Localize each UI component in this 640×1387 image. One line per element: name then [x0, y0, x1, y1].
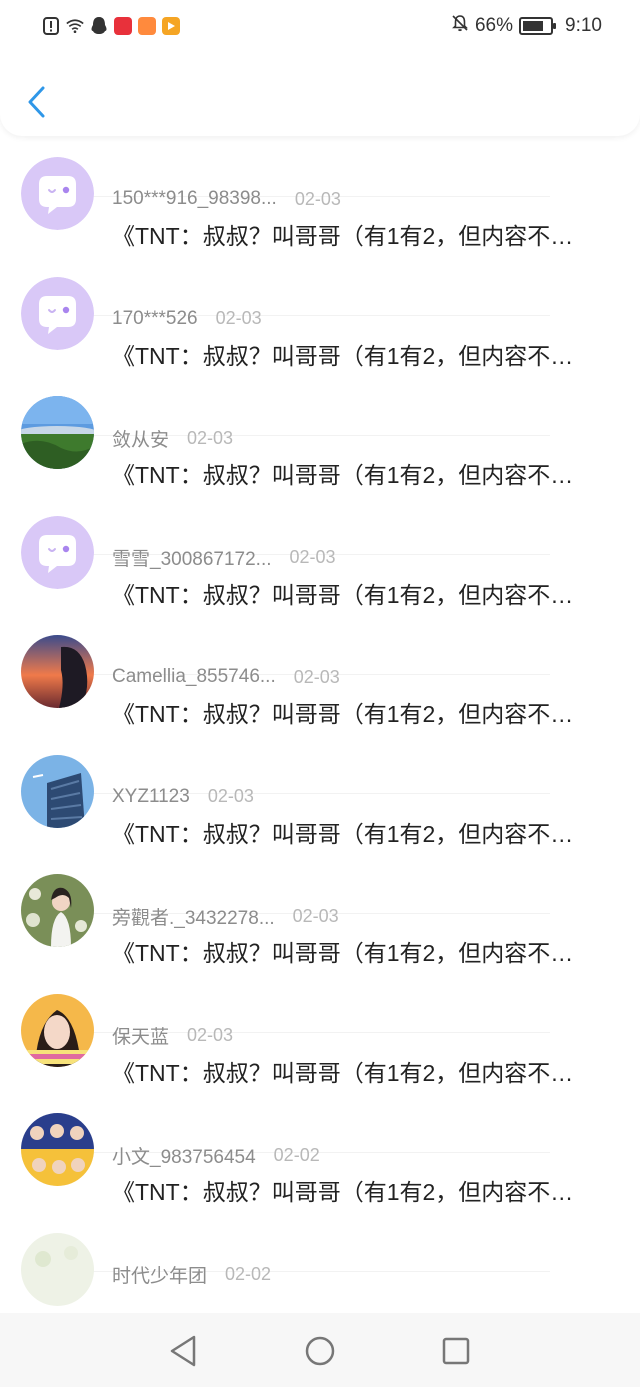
- comment-item[interactable]: Camellia_855746... 02-03 《TNT：叔叔？叫哥哥（有1有2，…: [0, 595, 640, 794]
- comment-item[interactable]: 保天蓝 02-03 《TNT：叔叔？叫哥哥（有1有2，但内容不…: [0, 954, 640, 1153]
- comment-date: 02-03: [215, 308, 262, 328]
- qq-icon: [90, 16, 108, 36]
- comment-date: 02-03: [293, 666, 340, 687]
- user-avatar[interactable]: [21, 276, 94, 350]
- comment-meta: 时代少年团 02-02: [112, 1262, 271, 1288]
- top-header: 66% 9:10: [0, 0, 640, 136]
- user-avatar[interactable]: [21, 635, 94, 708]
- user-name[interactable]: 保天蓝: [112, 1022, 169, 1049]
- user-avatar[interactable]: [21, 754, 94, 828]
- home-nav-button[interactable]: [302, 1333, 338, 1369]
- back-button[interactable]: [20, 84, 52, 120]
- status-bar: 66% 9:10: [0, 0, 640, 56]
- notification-icons: [42, 16, 180, 36]
- app-icon: [114, 17, 132, 35]
- comment-date: 02-02: [225, 1264, 272, 1284]
- comment-date: 02-03: [289, 547, 336, 567]
- comment-item[interactable]: 旁觀者._3432278... 02-03 《TNT：叔叔？叫哥哥（有1有2，但内容…: [0, 834, 640, 1033]
- mute-icon: [451, 14, 469, 38]
- app-icon: [138, 17, 156, 35]
- battery-percent: 66%: [474, 15, 514, 36]
- user-avatar[interactable]: [21, 157, 94, 230]
- comment-date: 02-03: [187, 427, 234, 448]
- user-avatar[interactable]: [21, 1113, 94, 1186]
- comment-meta: 保天蓝 02-03: [112, 1023, 233, 1049]
- user-name[interactable]: 雪雪_300867172...: [112, 544, 272, 571]
- chevron-left-icon: [28, 86, 45, 118]
- user-name[interactable]: 小文_983756454: [112, 1142, 256, 1169]
- comment-meta: 敛从安 02-03: [112, 425, 233, 451]
- comment-meta: 150***916_98398... 02-03: [112, 186, 341, 212]
- user-name[interactable]: 旁觀者._3432278...: [112, 903, 275, 930]
- user-name[interactable]: 170***526: [112, 308, 198, 330]
- back-nav-button[interactable]: [166, 1333, 202, 1369]
- square-recents-icon: [442, 1337, 470, 1365]
- comment-date: 02-03: [292, 905, 339, 926]
- clock: 9:10: [565, 15, 602, 36]
- comment-date: 02-03: [187, 1025, 234, 1045]
- comment-date: 02-03: [294, 188, 341, 209]
- wifi-icon: [66, 16, 84, 36]
- circle-home-icon: [305, 1336, 335, 1366]
- battery-level: [523, 21, 543, 31]
- comment-meta: Camellia_855746... 02-03: [112, 664, 340, 690]
- comment-meta: 雪雪_300867172... 02-03: [112, 545, 336, 571]
- system-status: 66% 9:10: [451, 14, 602, 38]
- user-name[interactable]: Camellia_855746...: [112, 666, 276, 688]
- video-app-icon: [162, 17, 180, 35]
- triangle-back-icon: [170, 1335, 196, 1367]
- system-nav-bar: [0, 1313, 640, 1387]
- comment-item[interactable]: 170***526 02-03 《TNT：叔叔？叫哥哥（有1有2，但内容不…: [0, 237, 640, 436]
- comment-meta: 170***526 02-03: [112, 306, 262, 332]
- comment-date: 02-03: [207, 786, 254, 806]
- user-name[interactable]: 时代少年团: [112, 1261, 207, 1288]
- user-avatar[interactable]: [21, 396, 94, 469]
- alert-icon: [42, 16, 60, 36]
- comment-item[interactable]: 时代少年团 02-02: [0, 1193, 640, 1313]
- user-name[interactable]: XYZ1123: [112, 786, 190, 808]
- battery-icon: [519, 17, 557, 35]
- recents-nav-button[interactable]: [438, 1333, 474, 1369]
- comment-item[interactable]: 雪雪_300867172... 02-03 《TNT：叔叔？叫哥哥（有1有2，但内容…: [0, 476, 640, 675]
- user-avatar[interactable]: [21, 993, 94, 1067]
- comment-meta: 小文_983756454 02-02: [112, 1142, 320, 1168]
- comment-meta: XYZ1123 02-03: [112, 784, 254, 810]
- comment-item[interactable]: 敛从安 02-03 《TNT：叔叔？叫哥哥（有1有2，但内容不…: [0, 356, 640, 555]
- comment-meta: 旁觀者._3432278... 02-03: [112, 903, 339, 929]
- user-name[interactable]: 敛从安: [112, 425, 169, 452]
- user-avatar[interactable]: [21, 515, 94, 589]
- user-name[interactable]: 150***916_98398...: [112, 188, 277, 210]
- user-avatar[interactable]: [21, 1232, 94, 1306]
- comment-date: 02-02: [273, 1144, 320, 1165]
- user-avatar[interactable]: [21, 874, 94, 947]
- comment-item[interactable]: 小文_983756454 02-02 《TNT：叔叔？叫哥哥（有1有2，但内容不…: [0, 1073, 640, 1272]
- comment-item[interactable]: XYZ1123 02-03 《TNT：叔叔？叫哥哥（有1有2，但内容不…: [0, 715, 640, 914]
